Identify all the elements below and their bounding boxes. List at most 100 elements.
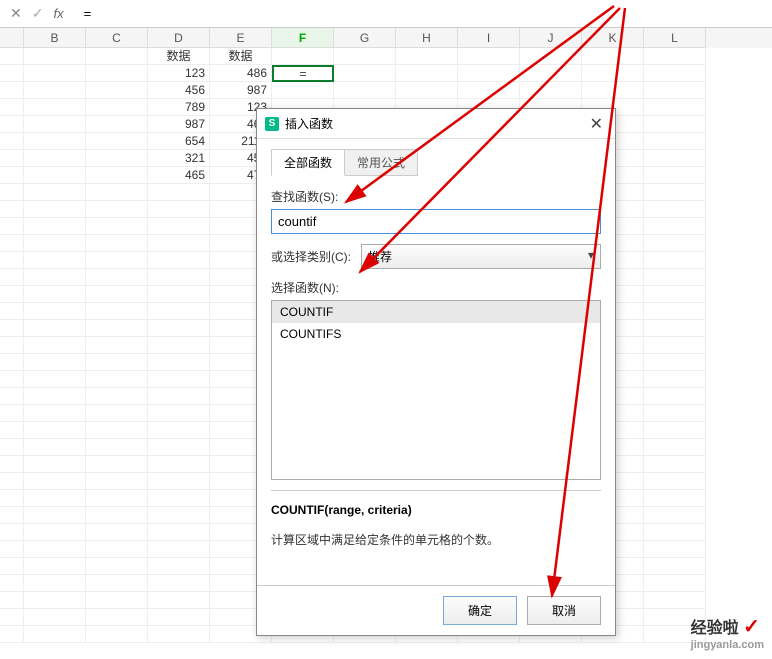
cell[interactable] — [24, 473, 86, 490]
cell[interactable] — [24, 184, 86, 201]
cell[interactable] — [148, 252, 210, 269]
cell[interactable] — [24, 65, 86, 82]
row-header[interactable] — [0, 184, 24, 201]
formula-input[interactable] — [78, 4, 768, 23]
cell[interactable]: 321 — [148, 150, 210, 167]
cancel-button[interactable]: 取消 — [527, 596, 601, 625]
cell[interactable] — [24, 320, 86, 337]
cell[interactable] — [148, 490, 210, 507]
cell[interactable] — [24, 116, 86, 133]
row-header[interactable] — [0, 116, 24, 133]
cell[interactable] — [148, 609, 210, 626]
cell[interactable] — [644, 541, 706, 558]
cell[interactable] — [86, 218, 148, 235]
cell[interactable] — [86, 524, 148, 541]
row-header[interactable] — [0, 439, 24, 456]
cell[interactable] — [334, 48, 396, 65]
cell[interactable] — [24, 82, 86, 99]
cell[interactable] — [272, 82, 334, 99]
cell[interactable] — [644, 99, 706, 116]
cell[interactable] — [644, 116, 706, 133]
cell[interactable] — [644, 456, 706, 473]
cell[interactable] — [86, 507, 148, 524]
cell[interactable]: 987 — [210, 82, 272, 99]
cell[interactable] — [582, 82, 644, 99]
cell[interactable] — [86, 575, 148, 592]
cell[interactable] — [86, 252, 148, 269]
cell[interactable] — [86, 371, 148, 388]
row-header[interactable] — [0, 490, 24, 507]
cell[interactable] — [644, 235, 706, 252]
cell[interactable] — [86, 354, 148, 371]
col-header[interactable]: C — [86, 28, 148, 48]
cell[interactable] — [148, 371, 210, 388]
row-header[interactable] — [0, 99, 24, 116]
cell[interactable] — [86, 388, 148, 405]
cell[interactable] — [644, 218, 706, 235]
cell[interactable] — [644, 184, 706, 201]
cell[interactable] — [644, 473, 706, 490]
cell[interactable] — [24, 235, 86, 252]
cell[interactable] — [458, 48, 520, 65]
cell[interactable] — [86, 558, 148, 575]
cell[interactable] — [24, 337, 86, 354]
row-header[interactable] — [0, 286, 24, 303]
cell[interactable] — [86, 405, 148, 422]
row-header[interactable] — [0, 371, 24, 388]
col-header[interactable]: D — [148, 28, 210, 48]
col-header[interactable]: G — [334, 28, 396, 48]
cell[interactable] — [24, 371, 86, 388]
row-header[interactable] — [0, 150, 24, 167]
corner-cell[interactable] — [0, 28, 24, 48]
cell[interactable] — [148, 439, 210, 456]
row-header[interactable] — [0, 405, 24, 422]
accept-icon[interactable]: ✓ — [32, 5, 44, 22]
cell[interactable] — [148, 235, 210, 252]
cell[interactable] — [86, 99, 148, 116]
col-header[interactable]: K — [582, 28, 644, 48]
cell[interactable] — [644, 48, 706, 65]
cell[interactable] — [148, 575, 210, 592]
cell[interactable]: 987 — [148, 116, 210, 133]
cell[interactable] — [86, 592, 148, 609]
cell[interactable] — [644, 422, 706, 439]
cell[interactable] — [24, 167, 86, 184]
search-input[interactable] — [271, 209, 601, 234]
cell[interactable] — [24, 456, 86, 473]
cell[interactable] — [24, 99, 86, 116]
cell[interactable] — [86, 235, 148, 252]
cell[interactable] — [24, 48, 86, 65]
cell[interactable] — [86, 490, 148, 507]
cell[interactable] — [148, 354, 210, 371]
cell[interactable] — [148, 524, 210, 541]
cell[interactable] — [396, 82, 458, 99]
cell[interactable] — [86, 167, 148, 184]
col-header[interactable]: L — [644, 28, 706, 48]
cell[interactable] — [148, 422, 210, 439]
cell[interactable]: 数据 — [148, 48, 210, 65]
cell[interactable] — [334, 82, 396, 99]
row-header[interactable] — [0, 626, 24, 643]
cell[interactable] — [148, 541, 210, 558]
col-header[interactable]: B — [24, 28, 86, 48]
row-header[interactable] — [0, 592, 24, 609]
row-header[interactable] — [0, 65, 24, 82]
cell[interactable] — [86, 133, 148, 150]
row-header[interactable] — [0, 473, 24, 490]
cell[interactable] — [24, 626, 86, 643]
cell[interactable] — [86, 48, 148, 65]
cell[interactable] — [24, 490, 86, 507]
cell[interactable] — [396, 48, 458, 65]
cell[interactable] — [644, 65, 706, 82]
cell[interactable] — [24, 405, 86, 422]
row-header[interactable] — [0, 422, 24, 439]
cell[interactable] — [24, 592, 86, 609]
cell[interactable] — [644, 337, 706, 354]
cell[interactable] — [24, 558, 86, 575]
cell[interactable] — [272, 48, 334, 65]
cell[interactable] — [86, 116, 148, 133]
cell[interactable] — [148, 184, 210, 201]
cell[interactable] — [396, 65, 458, 82]
cell[interactable] — [24, 252, 86, 269]
row-header[interactable] — [0, 218, 24, 235]
